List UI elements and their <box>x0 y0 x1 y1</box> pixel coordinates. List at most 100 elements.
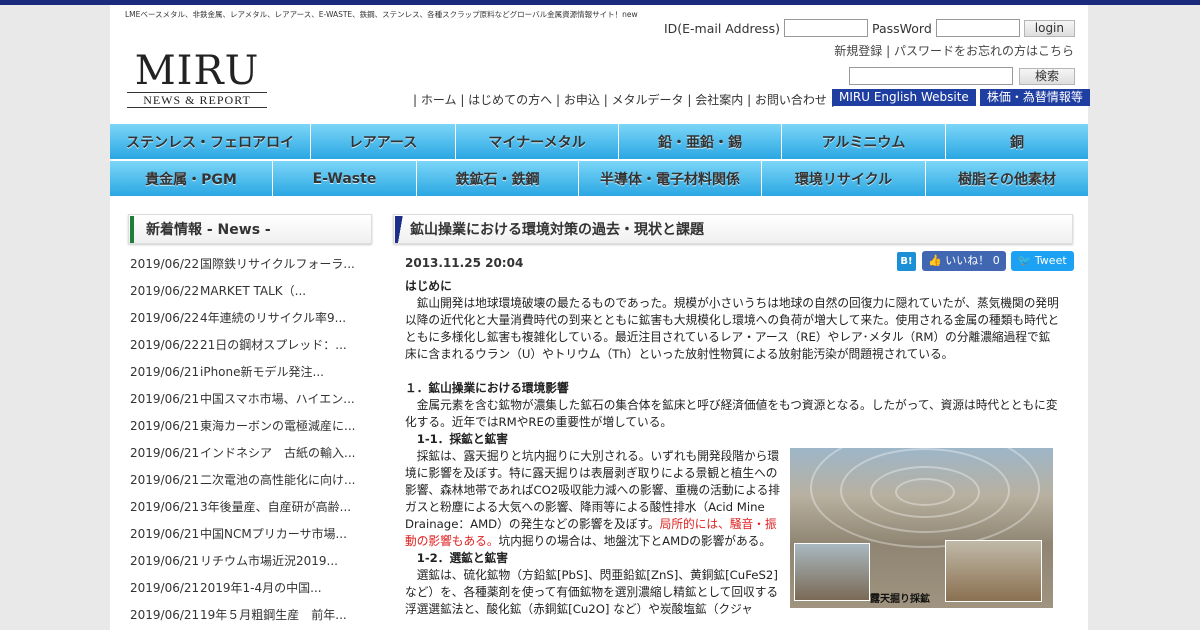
news-date: 2019/06/21 <box>130 364 200 379</box>
nav-company[interactable]: 会社案内 <box>695 93 743 107</box>
news-title[interactable]: 中国NCMプリカーサ市場... <box>200 525 347 542</box>
news-date: 2019/06/21 <box>130 472 200 487</box>
section1-1-text-2: 坑内掘りの場合は、地盤沈下とAMDの影響がある。 <box>498 534 772 548</box>
like-label: いいね！ 0 <box>945 254 1000 267</box>
menu-minor-metal[interactable]: マイナーメタル <box>456 124 619 160</box>
news-title[interactable]: iPhone新モデル発注... <box>200 363 324 380</box>
page-container: LMEベースメタル、非鉄金属、レアメタル、レアアース、E-WASTE、鉄鋼、ステ… <box>110 5 1090 630</box>
nav-apply[interactable]: お申込 <box>564 93 600 107</box>
news-date: 2019/06/21 <box>130 580 200 595</box>
article-header: 鉱山操業における環境対策の過去・現状と課題 <box>393 214 1073 244</box>
news-title[interactable]: 二次電池の高性能化に向け... <box>200 471 355 488</box>
menu-precious-metal[interactable]: 貴金属・PGM <box>110 161 273 197</box>
login-form: ID(E-mail Address) PassWord login <box>664 19 1075 37</box>
intro-paragraph: 鉱山開発は地球環境破壊の最たるものであった。規模が小さいうちは地球の自然の回復力… <box>405 296 1060 361</box>
thumbs-up-icon: 👍 <box>928 254 942 267</box>
news-item[interactable]: 2019/06/22 MARKET TALK（... <box>130 277 375 304</box>
intro-heading: はじめに <box>405 279 452 293</box>
article-date: 2013.11.25 20:04 <box>405 256 524 270</box>
password-label: PassWord <box>871 20 932 36</box>
news-date: 2019/06/22 <box>130 337 200 352</box>
account-links: 新規登録 | パスワードをお忘れの方はこちら <box>834 42 1074 59</box>
nav-metal-data[interactable]: メタルデータ <box>612 93 684 107</box>
site-logo[interactable]: MIRU NEWS & REPORT <box>127 51 267 108</box>
nav-contact[interactable]: お問い合わせ <box>755 93 827 107</box>
news-item[interactable]: 2019/06/21 二次電池の高性能化に向け... <box>130 466 375 493</box>
news-date: 2019/06/22 <box>130 283 200 298</box>
menu-e-waste[interactable]: E-Waste <box>273 161 417 197</box>
section-marker <box>395 216 403 243</box>
tweet-button[interactable]: 🐦 Tweet <box>1010 251 1074 271</box>
news-item[interactable]: 2019/06/22 国際鉄リサイクルフォーラ... <box>130 250 375 277</box>
news-item[interactable]: 2019/06/21 3年後量産、自産研が高齢... <box>130 493 375 520</box>
menu-recycle[interactable]: 環境リサイクル <box>762 161 926 197</box>
menu-resin[interactable]: 樹脂その他素材 <box>926 161 1088 197</box>
news-item[interactable]: 2019/06/21 中国スマホ市場、ハイエン... <box>130 385 375 412</box>
news-title[interactable]: 中国スマホ市場、ハイエン... <box>200 390 355 407</box>
news-title[interactable]: リチウム市場近況2019... <box>200 552 338 569</box>
news-title[interactable]: 21日の鋼材スプレッド：... <box>200 336 347 353</box>
section1-1-heading: 1-1．採鉱と鉱害 <box>405 432 508 446</box>
news-title[interactable]: 東海カーボンの電極減産に... <box>200 417 355 434</box>
news-date: 2019/06/21 <box>130 418 200 433</box>
password-input[interactable] <box>935 19 1020 37</box>
forgot-password-link[interactable]: パスワードをお忘れの方はこちら <box>894 44 1074 58</box>
menu-aluminium[interactable]: アルミニウム <box>782 124 946 160</box>
nav-home[interactable]: ホーム <box>421 93 457 107</box>
news-date: 2019/06/21 <box>130 391 200 406</box>
news-date: 2019/06/21 <box>130 499 200 514</box>
header-blue-buttons: MIRU English Website 株価・為替情報等 <box>832 89 1094 106</box>
news-title[interactable]: 2019年1-4月の中国... <box>200 579 322 596</box>
id-label: ID(E-mail Address) <box>663 20 780 36</box>
photo-caption: 露天掘り採鉱 <box>870 594 930 605</box>
facebook-like-button[interactable]: 👍 いいね！ 0 <box>922 251 1006 271</box>
stock-info-button[interactable]: 株価・為替情報等 <box>979 89 1090 106</box>
logo-main-text: MIRU <box>134 48 260 94</box>
news-date: 2019/06/21 <box>130 526 200 541</box>
news-date: 2019/06/21 <box>130 553 200 568</box>
news-item[interactable]: 2019/06/21 中国NCMプリカーサ市場... <box>130 520 375 547</box>
section1-2-heading: 1-2．選鉱と鉱害 <box>405 551 508 565</box>
section-marker <box>130 216 134 243</box>
news-item[interactable]: 2019/06/22 4年連続のリサイクル率9... <box>130 304 375 331</box>
menu-copper[interactable]: 銅 <box>946 124 1088 160</box>
english-website-button[interactable]: MIRU English Website <box>832 89 976 106</box>
menu-iron-ore-steel[interactable]: 鉄鉱石・鉄鋼 <box>417 161 579 197</box>
news-date: 2019/06/21 <box>130 445 200 460</box>
section1-2-paragraph: 選鉱は、硫化鉱物（方鉛鉱[PbS]、閃亜鉛鉱[ZnS]、黄銅鉱[CuFeS2]な… <box>405 568 779 616</box>
news-title[interactable]: MARKET TALK（... <box>200 282 306 299</box>
news-title[interactable]: 国際鉄リサイクルフォーラ... <box>200 255 355 272</box>
news-item[interactable]: 2019/06/21 19年５月粗鋼生産 前年... <box>130 601 375 628</box>
site-tagline: LMEベースメタル、非鉄金属、レアメタル、レアアース、E-WASTE、鉄鋼、ステ… <box>125 10 638 19</box>
news-item[interactable]: 2019/06/21 リチウム市場近況2019... <box>130 547 375 574</box>
menu-rare-earth[interactable]: レアアース <box>311 124 456 160</box>
hatena-bookmark-button[interactable]: B! <box>897 251 916 271</box>
tweet-label: Tweet <box>1034 254 1067 267</box>
category-menu-row1: ステンレス・フェロアロイ レアアース マイナーメタル 鉛・亜鉛・錫 アルミニウム… <box>110 124 1088 161</box>
news-item[interactable]: 2019/06/21 2019年1-4月の中国... <box>130 574 375 601</box>
news-title[interactable]: 19年５月粗鋼生産 前年... <box>200 606 347 623</box>
news-item[interactable]: 2019/06/21 iPhone新モデル発注... <box>130 358 375 385</box>
header-nav: | ホーム | はじめての方へ | お申込 | メタルデータ | 会社案内 | … <box>413 93 835 107</box>
search-input[interactable] <box>848 67 1013 85</box>
nav-beginners[interactable]: はじめての方へ <box>468 93 552 107</box>
news-item[interactable]: 2019/06/22 21日の鋼材スプレッド：... <box>130 331 375 358</box>
open-pit-mine-photo: 露天掘り採鉱 <box>790 448 1053 608</box>
menu-stainless[interactable]: ステンレス・フェロアロイ <box>110 124 311 160</box>
news-item[interactable]: 2019/06/21 東海カーボンの電極減産に... <box>130 412 375 439</box>
search-button[interactable]: 検索 <box>1018 67 1075 85</box>
login-button[interactable]: login <box>1023 19 1075 37</box>
news-section-header: 新着情報 - News - <box>128 214 372 244</box>
logo-sub-text: NEWS & REPORT <box>127 92 267 108</box>
section1-paragraph: 金属元素を含む鉱物が濃集した鉱石の集合体を鉱床と呼び経済価値をもつ資源となる。し… <box>405 398 1058 429</box>
news-date: 2019/06/22 <box>130 256 200 271</box>
register-link[interactable]: 新規登録 <box>834 44 882 58</box>
news-item[interactable]: 2019/06/21 インドネシア 古紙の輸入... <box>130 439 375 466</box>
menu-lead-zinc-tin[interactable]: 鉛・亜鉛・錫 <box>619 124 782 160</box>
news-title[interactable]: 3年後量産、自産研が高齢... <box>200 498 351 515</box>
news-title[interactable]: 4年連続のリサイクル率9... <box>200 309 346 326</box>
news-title[interactable]: インドネシア 古紙の輸入... <box>200 444 355 461</box>
id-input[interactable] <box>783 19 868 37</box>
menu-semiconductor[interactable]: 半導体・電子材料関係 <box>579 161 762 197</box>
news-date: 2019/06/22 <box>130 310 200 325</box>
